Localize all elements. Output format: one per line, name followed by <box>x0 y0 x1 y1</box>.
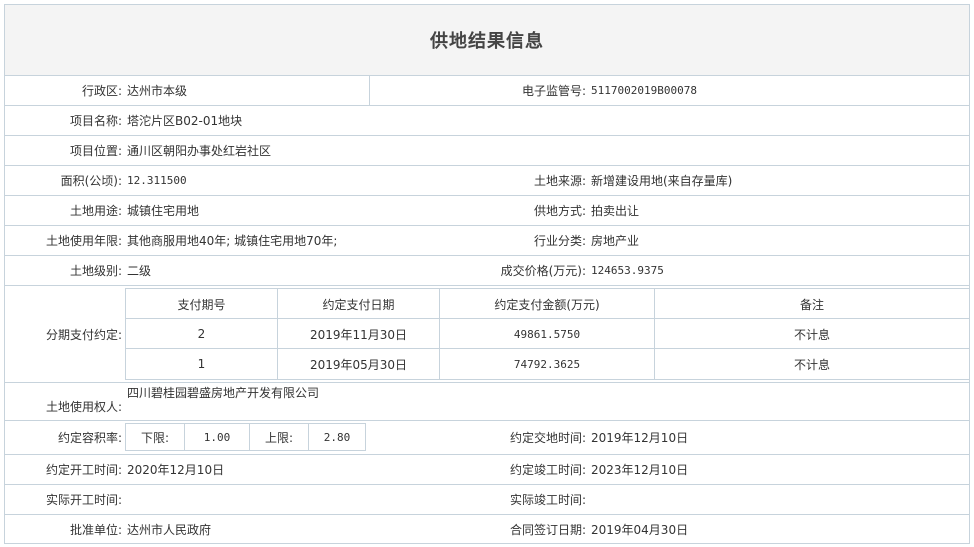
installment-date: 2019年11月30日 <box>278 319 440 349</box>
page-title: 供地结果信息 <box>430 31 544 52</box>
use-term-label: 土地使用年限: <box>45 234 122 248</box>
project-location-label: 项目位置: <box>69 144 122 158</box>
actual-start-value <box>125 485 369 514</box>
use-term-value: 其他商服用地40年; 城镇住宅用地70年; <box>127 234 338 248</box>
area-value: 12.311500 <box>127 174 187 187</box>
supply-method-label: 供地方式: <box>533 204 586 218</box>
row-project-name: 项目名称: 塔沱片区B02-01地块 <box>5 106 969 136</box>
row-far: 约定容积率: 下限: 1.00 上限: 2.80 约定交地时间: 2019年12… <box>5 421 969 455</box>
land-user-label: 土地使用权人: <box>45 400 122 414</box>
row-start-time: 约定开工时间: 2020年12月10日 约定竣工时间: 2023年12月10日 <box>5 455 969 485</box>
installment-header-cell: 约定支付金额(万元) <box>440 289 655 319</box>
contract-date-value: 2019年04月30日 <box>591 522 689 537</box>
actual-completion-label: 实际竣工时间: <box>509 493 586 507</box>
far-upper-label: 上限: <box>249 423 309 451</box>
land-source-label: 土地来源: <box>533 174 586 188</box>
row-land-user: 土地使用权人: 四川碧桂园碧盛房地产开发有限公司 <box>5 383 969 421</box>
supply-method-value: 拍卖出让 <box>591 204 640 218</box>
row-installments: 分期支付约定: 支付期号 约定支付日期 约定支付金额(万元) 备注 2 2019… <box>5 286 970 383</box>
actual-start-label: 实际开工时间: <box>45 493 122 507</box>
installment-period: 1 <box>126 349 278 379</box>
completion-time-label: 约定竣工时间: <box>509 463 586 477</box>
row-district: 行政区: 达州市本级 电子监管号: 5117002019B00078 <box>5 76 969 106</box>
delivery-time-value: 2019年12月10日 <box>591 431 689 445</box>
installment-amount: 49861.5750 <box>440 319 655 349</box>
supervision-no-label: 电子监管号: <box>369 76 589 105</box>
industry-label: 行业分类: <box>533 234 586 248</box>
installment-note: 不计息 <box>793 357 830 372</box>
district-value: 达州市本级 <box>127 84 188 98</box>
completion-time-value: 2023年12月10日 <box>591 463 689 477</box>
project-name-value: 塔沱片区B02-01地块 <box>127 114 243 128</box>
row-project-location: 项目位置: 通川区朝阳办事处红岩社区 <box>5 136 969 166</box>
installment-date: 2019年05月30日 <box>278 349 440 379</box>
approval-unit-value: 达州市人民政府 <box>127 522 212 537</box>
land-use-label: 土地用途: <box>69 204 122 218</box>
row-area: 面积(公顷): 12.311500 土地来源: 新增建设用地(来自存量库) <box>5 166 969 196</box>
land-supply-result-panel: 供地结果信息 行政区: 达州市本级 电子监管号: 5117002019B0007… <box>4 4 970 544</box>
installment-header-cell: 约定支付日期 <box>278 289 440 319</box>
installment-label: 分期支付约定: <box>45 327 122 342</box>
district-label: 行政区: <box>81 84 122 98</box>
delivery-time-label: 约定交地时间: <box>509 431 586 445</box>
actual-completion-value <box>589 485 969 514</box>
project-name-label: 项目名称: <box>69 114 122 128</box>
installment-period: 2 <box>126 319 278 349</box>
title-bar: 供地结果信息 <box>5 5 969 76</box>
far-label: 约定容积率: <box>57 431 122 445</box>
row-approval: 批准单位: 达州市人民政府 合同签订日期: 2019年04月30日 <box>5 515 969 543</box>
table-row: 2 2019年11月30日 49861.5750 不计息 <box>126 319 969 349</box>
land-source-value: 新增建设用地(来自存量库) <box>591 174 733 188</box>
row-land-grade: 土地级别: 二级 成交价格(万元): 124653.9375 <box>5 256 969 286</box>
row-land-use: 土地用途: 城镇住宅用地 供地方式: 拍卖出让 <box>5 196 969 226</box>
land-user-value: 四川碧桂园碧盛房地产开发有限公司 <box>127 386 320 400</box>
approval-unit-label: 批准单位: <box>69 522 122 537</box>
row-use-term: 土地使用年限: 其他商服用地40年; 城镇住宅用地70年; 行业分类: 房地产业 <box>5 226 969 256</box>
supervision-no-value: 5117002019B00078 <box>591 84 697 97</box>
installment-header-cell: 备注 <box>799 297 824 312</box>
land-grade-label: 土地级别: <box>69 264 122 278</box>
contract-date-label: 合同签订日期: <box>509 522 586 537</box>
start-time-label: 约定开工时间: <box>45 463 122 477</box>
installment-note: 不计息 <box>793 327 830 342</box>
industry-value: 房地产业 <box>591 234 640 248</box>
far-lower-label: 下限: <box>125 423 185 451</box>
installment-header-row: 支付期号 约定支付日期 约定支付金额(万元) 备注 <box>126 289 969 319</box>
land-use-value: 城镇住宅用地 <box>127 204 200 218</box>
far-upper-value: 2.80 <box>308 423 366 451</box>
price-label: 成交价格(万元): <box>500 264 586 278</box>
start-time-value: 2020年12月10日 <box>127 463 225 477</box>
row-actual-time: 实际开工时间: 实际竣工时间: <box>5 485 969 515</box>
table-row: 1 2019年05月30日 74792.3625 不计息 <box>126 349 969 379</box>
land-grade-value: 二级 <box>127 264 152 278</box>
installment-amount: 74792.3625 <box>440 349 655 379</box>
price-value: 124653.9375 <box>591 264 664 277</box>
area-label: 面积(公顷): <box>60 174 122 188</box>
far-lower-value: 1.00 <box>184 423 250 451</box>
installment-table: 支付期号 约定支付日期 约定支付金额(万元) 备注 2 2019年11月30日 … <box>125 288 970 380</box>
project-location-value: 通川区朝阳办事处红岩社区 <box>127 144 272 158</box>
installment-header-cell: 支付期号 <box>126 289 278 319</box>
